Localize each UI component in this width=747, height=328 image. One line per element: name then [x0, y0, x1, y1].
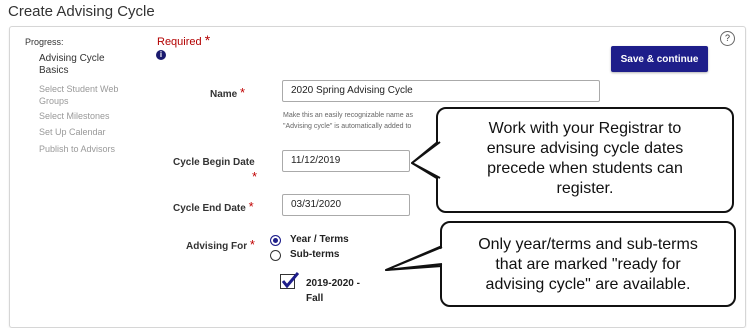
callout-terms-line2: that are marked "ready for — [495, 256, 681, 273]
callout-terms-line3: advising cycle" are available. — [485, 276, 691, 293]
callout-dates-line2: ensure advising cycle dates — [486, 140, 684, 157]
callout-dates-line4: register. — [556, 180, 614, 197]
callout-dates-line1: Work with your Registrar to — [488, 120, 682, 137]
callout-dates: Work with your Registrar to ensure advis… — [436, 107, 734, 213]
callout-terms-line1: Only year/terms and sub-terms — [478, 236, 698, 253]
callout-dates-line3: precede when students can — [487, 160, 683, 177]
callout-terms: Only year/terms and sub-terms that are m… — [440, 221, 736, 307]
